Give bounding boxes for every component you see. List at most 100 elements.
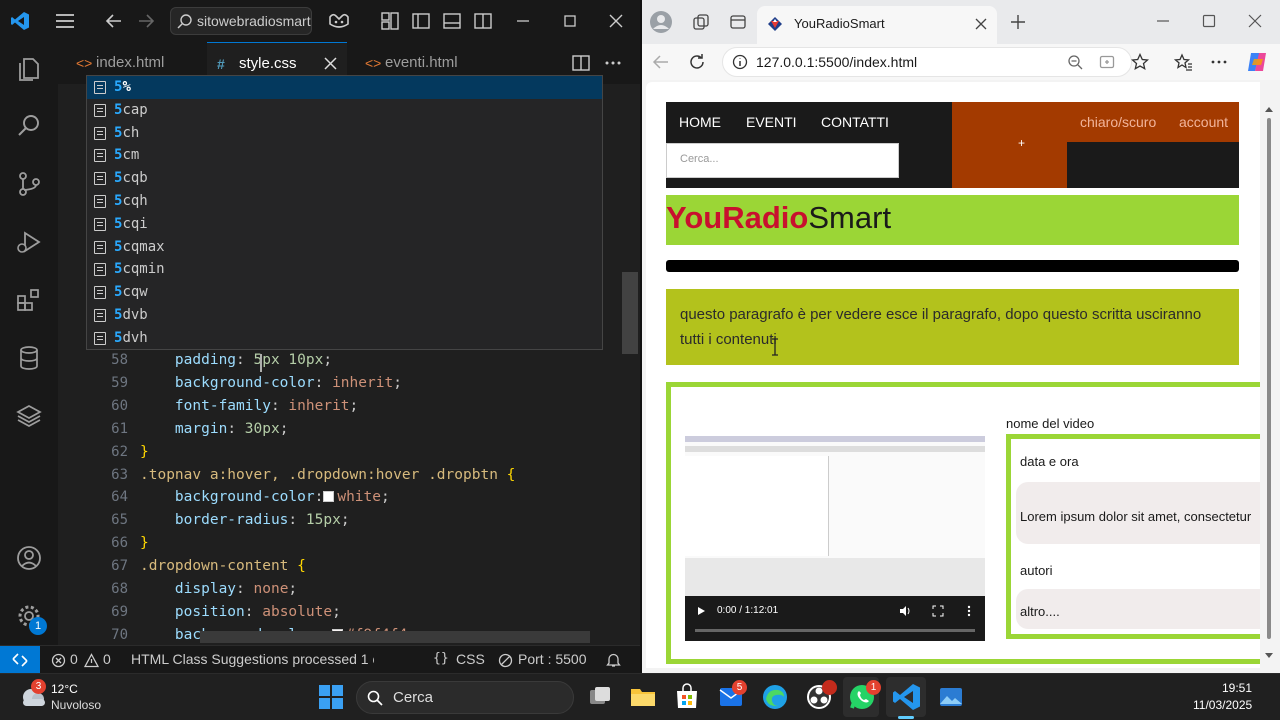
suggestion-item[interactable]: 5cqw <box>87 281 602 304</box>
split-editor-icon[interactable] <box>572 54 590 72</box>
status-message[interactable]: HTML Class Suggestions processed 1 c <box>131 651 374 667</box>
layout-customize-icon[interactable] <box>380 11 400 31</box>
suggestion-rest: cqw <box>122 284 148 301</box>
notifications-bell-icon[interactable] <box>606 652 621 668</box>
maximize-icon[interactable] <box>1202 14 1216 28</box>
close-tab-icon[interactable] <box>975 18 987 30</box>
remote-button[interactable] <box>0 646 40 674</box>
weather-desc[interactable]: Nuvoloso <box>51 698 101 712</box>
vscode-taskbar-icon[interactable] <box>892 682 922 712</box>
suggestion-item[interactable]: 5cm <box>87 144 602 167</box>
fullscreen-icon[interactable] <box>932 605 944 617</box>
live-server-port[interactable]: Port : 5500 <box>518 651 587 667</box>
file-explorer-icon[interactable] <box>628 682 658 712</box>
warning-icon[interactable] <box>84 653 99 668</box>
forward-arrow-icon[interactable] <box>136 11 156 31</box>
close-tab-icon[interactable] <box>324 57 337 70</box>
copilot-icon[interactable] <box>1245 50 1269 74</box>
site-info-icon[interactable] <box>732 54 748 70</box>
error-count[interactable]: 0 <box>70 651 78 667</box>
suggestion-item[interactable]: 5cap <box>87 99 602 122</box>
site-logo[interactable]: YouRadioSmart <box>666 200 891 236</box>
run-debug-icon[interactable] <box>15 228 43 256</box>
page-scrollbar[interactable] <box>1262 100 1276 665</box>
theme-toggle-link[interactable]: chiaro/scuro <box>1080 114 1156 130</box>
command-center-search[interactable]: sitowebradiosmart <box>170 7 312 35</box>
copilot-icon[interactable] <box>326 11 352 31</box>
app-available-icon[interactable] <box>1099 54 1115 70</box>
favorite-star-icon[interactable] <box>1131 53 1149 71</box>
page-search-input[interactable]: Cerca... <box>666 143 899 178</box>
suggestion-item[interactable]: 5cqb <box>87 167 602 190</box>
edge-browser-icon[interactable] <box>760 682 790 712</box>
suggestion-item[interactable]: 5cqi <box>87 213 602 236</box>
suggestion-item[interactable]: 5% <box>87 76 602 99</box>
nav-contatti-link[interactable]: CONTATTI <box>821 114 889 130</box>
mail-badge: 5 <box>732 680 747 695</box>
refresh-icon[interactable] <box>688 53 706 71</box>
task-view-icon[interactable] <box>585 682 615 712</box>
video-progress[interactable] <box>695 629 975 632</box>
menu-icon[interactable] <box>55 11 75 31</box>
browser-tab-active[interactable]: YouRadioSmart <box>757 6 997 44</box>
workspaces-icon[interactable] <box>692 13 710 31</box>
plus-button[interactable]: + <box>1018 136 1025 150</box>
minimize-icon[interactable] <box>1156 14 1170 28</box>
volume-icon[interactable] <box>899 605 911 617</box>
nav-home-link[interactable]: HOME <box>679 114 721 130</box>
photos-app-icon[interactable] <box>936 682 966 712</box>
taskbar-search[interactable]: Cerca <box>356 681 574 714</box>
back-icon[interactable] <box>652 53 670 71</box>
nav-eventi-link[interactable]: EVENTI <box>746 114 797 130</box>
video-more-icon[interactable] <box>965 605 973 617</box>
toggle-secondary-sidebar-icon[interactable] <box>473 11 493 31</box>
line-number: 69 <box>111 603 128 620</box>
video-player[interactable]: 0:00 / 1:12:01 <box>685 436 985 641</box>
suggestion-item[interactable]: 5dvb <box>87 304 602 327</box>
back-arrow-icon[interactable] <box>104 11 124 31</box>
editor-scrollbar[interactable] <box>622 272 638 354</box>
new-tab-icon[interactable] <box>1010 14 1026 30</box>
horizontal-scrollbar[interactable] <box>200 631 590 643</box>
suggestion-item[interactable]: 5cqmin <box>87 258 602 281</box>
warning-count[interactable]: 0 <box>103 651 111 667</box>
clock-time[interactable]: 19:51 <box>1222 681 1252 695</box>
suggestion-widget[interactable]: 5% 5cap 5ch 5cm 5cqb 5cqh 5cqi 5cqmax 5cqmin 5cqw… <box>86 75 603 350</box>
explorer-icon[interactable] <box>15 55 43 83</box>
layers-icon[interactable] <box>15 402 43 430</box>
suggestion-item[interactable]: 5dvh <box>87 327 602 350</box>
toggle-primary-sidebar-icon[interactable] <box>411 11 431 31</box>
language-mode[interactable]: CSS <box>456 651 485 667</box>
favorites-icon[interactable] <box>1174 53 1192 71</box>
close-window-icon[interactable] <box>1248 14 1262 28</box>
profile-avatar-icon[interactable] <box>649 10 673 34</box>
error-icon[interactable] <box>51 653 66 668</box>
close-icon[interactable] <box>606 11 626 31</box>
search-icon[interactable] <box>15 112 43 140</box>
windows-start-icon[interactable] <box>316 682 346 712</box>
settings-more-icon[interactable] <box>1210 53 1228 71</box>
account-icon[interactable] <box>15 544 43 572</box>
maximize-icon[interactable] <box>560 11 580 31</box>
play-icon[interactable] <box>697 606 707 616</box>
zoom-icon[interactable] <box>1067 54 1083 70</box>
color-swatch[interactable] <box>323 491 335 503</box>
microsoft-store-icon[interactable] <box>672 682 702 712</box>
tab-actions-icon[interactable] <box>729 13 747 31</box>
suggestion-item[interactable]: 5ch <box>87 122 602 145</box>
clock-date[interactable]: 11/03/2025 <box>1193 698 1252 712</box>
address-bar[interactable]: 127.0.0.1:5500/index.html <box>722 47 1132 77</box>
suggestion-item[interactable]: 5cqmax <box>87 236 602 259</box>
account-link[interactable]: account <box>1179 114 1228 130</box>
extensions-icon[interactable] <box>15 286 43 314</box>
vscode-logo-icon[interactable] <box>10 11 30 31</box>
database-icon[interactable] <box>15 344 43 372</box>
source-control-icon[interactable] <box>15 170 43 198</box>
weather-temp[interactable]: 12°C <box>51 682 78 696</box>
more-actions-icon[interactable] <box>604 54 622 72</box>
toggle-panel-icon[interactable] <box>442 11 462 31</box>
minimize-icon[interactable] <box>513 11 533 31</box>
suggestion-item[interactable]: 5cqh <box>87 190 602 213</box>
